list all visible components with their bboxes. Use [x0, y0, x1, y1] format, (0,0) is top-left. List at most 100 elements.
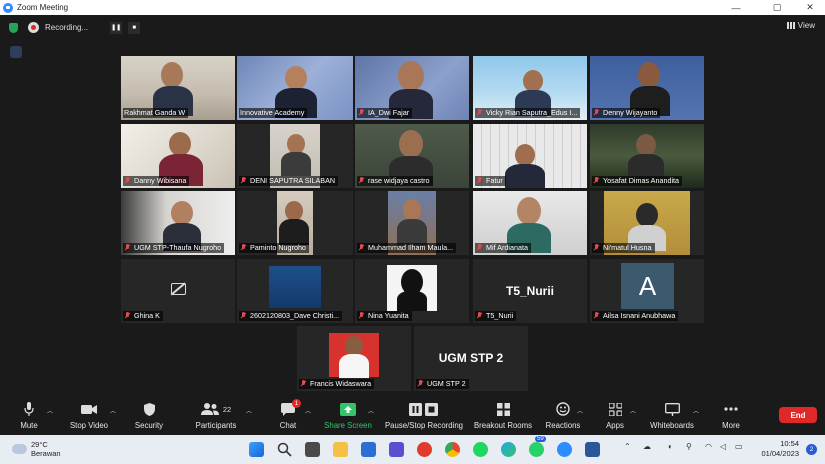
participant-name: Nina Yuanita — [368, 311, 409, 320]
video-tile[interactable]: IA_Dwi Fajar — [355, 56, 469, 120]
participant-label: UGM STP-Thaufa Nugroho — [123, 243, 225, 253]
video-tile[interactable]: Vicky Rian Saputra_Edus I... — [473, 56, 587, 120]
youtube-music-icon[interactable] — [417, 442, 432, 457]
side-panel-icon[interactable] — [10, 46, 22, 58]
apps-options-caret-icon[interactable]: ︿ — [630, 406, 636, 415]
participants-options-caret-icon[interactable]: ︿ — [246, 406, 252, 415]
video-tile[interactable]: Ni'matul Husna — [590, 191, 704, 255]
whiteboards-options-caret-icon[interactable]: ︿ — [693, 406, 699, 415]
share-options-caret-icon[interactable]: ︿ — [368, 406, 374, 415]
tray-overflow-chevron-icon[interactable]: ⌃ — [624, 442, 631, 451]
windows-start-icon[interactable] — [249, 442, 264, 457]
pause-recording-button[interactable]: ❚❚ — [110, 21, 123, 34]
video-tile[interactable]: Rakhmat Ganda W — [121, 56, 235, 120]
maximize-button[interactable]: ▢ — [762, 0, 792, 15]
mic-muted-icon — [593, 244, 600, 252]
video-tile[interactable]: Muhammad Ilham Maula... — [355, 191, 469, 255]
security-button[interactable]: Security — [131, 395, 167, 435]
task-view-icon[interactable] — [305, 442, 320, 457]
participant-label: Ailsa Isnani Anubhawa — [592, 311, 679, 321]
wifi-icon[interactable]: ◠ — [705, 442, 712, 451]
video-tile[interactable]: Mif Ardianata — [473, 191, 587, 255]
chat-options-caret-icon[interactable]: ︿ — [305, 406, 311, 415]
video-options-caret-icon[interactable]: ︿ — [110, 406, 116, 415]
participants-button[interactable]: 22 Participants — [193, 395, 239, 435]
video-tile-active-speaker[interactable]: Innovative Academy — [237, 56, 353, 120]
participant-name: 2602120803_Dave Christi... — [250, 311, 340, 320]
file-explorer-icon[interactable] — [333, 442, 348, 457]
participant-name: Muhammad Ilham Maula... — [368, 243, 454, 252]
video-tile[interactable]: Ghina K — [121, 259, 235, 323]
share-screen-button[interactable]: Share Screen — [322, 395, 374, 435]
video-tile[interactable]: Paminto Nugroho — [237, 191, 353, 255]
video-tile[interactable]: UGM STP-Thaufa Nugroho — [121, 191, 235, 255]
weather-widget[interactable]: 29°C Berawan — [12, 440, 61, 458]
video-tile[interactable]: Yosafat Dimas Anandita — [590, 124, 704, 188]
video-camera-icon — [81, 402, 97, 416]
mic-muted-icon — [358, 244, 365, 252]
video-tile[interactable]: Fatur — [473, 124, 587, 188]
security-shield-icon[interactable] — [9, 23, 18, 33]
breakout-rooms-label: Breakout Rooms — [473, 421, 533, 430]
reactions-options-caret-icon[interactable]: ︿ — [577, 406, 583, 415]
video-tile[interactable]: Denny Wijayanto — [590, 56, 704, 120]
pause-stop-recording-button[interactable]: Pause/Stop Recording — [384, 395, 464, 435]
mute-label: Mute — [20, 421, 38, 430]
meeting-toolbar: Mute ︿ Stop Video ︿ Security 22 Particip… — [0, 395, 825, 435]
participant-label: Francis Widaswara — [299, 379, 375, 389]
minimize-button[interactable]: — — [721, 0, 751, 15]
video-tile[interactable]: Nina Yuanita — [355, 259, 469, 323]
clock-time: 10:54 — [780, 439, 799, 448]
participant-name: Vicky Rian Saputra_Edus I... — [486, 108, 578, 117]
view-button[interactable]: View — [786, 21, 815, 30]
breakout-rooms-button[interactable]: Breakout Rooms — [471, 395, 535, 435]
tray-app-icon[interactable]: ◐ — [668, 442, 673, 451]
word-icon[interactable] — [585, 442, 600, 457]
video-tile[interactable]: A Ailsa Isnani Anubhawa — [590, 259, 704, 323]
end-meeting-button[interactable]: End — [779, 407, 817, 423]
participant-label: Vicky Rian Saputra_Edus I... — [475, 108, 581, 118]
system-clock[interactable]: 10:54 01/04/2023 — [761, 439, 799, 459]
notification-badge[interactable]: 2 — [806, 444, 817, 455]
whatsapp-icon[interactable]: 59 — [529, 436, 546, 457]
video-tile[interactable]: T5_Nurii T5_Nurii — [473, 259, 587, 323]
location-icon[interactable]: ⚲ — [686, 442, 692, 451]
more-button[interactable]: More — [717, 395, 745, 435]
close-button[interactable]: ✕ — [795, 0, 825, 15]
stop-recording-button[interactable]: ■ — [128, 21, 141, 34]
edge-icon[interactable] — [501, 442, 516, 457]
reactions-button[interactable]: Reactions — [544, 395, 582, 435]
store-icon[interactable] — [361, 442, 376, 457]
video-tile[interactable]: Francis Widaswara — [297, 326, 411, 391]
mic-muted-icon — [124, 177, 131, 185]
app-icon[interactable] — [389, 442, 404, 457]
onedrive-cloud-icon[interactable]: ☁ — [643, 442, 651, 451]
video-tile[interactable]: 2602120803_Dave Christi... — [237, 259, 353, 323]
participant-name: Ghina K — [134, 311, 160, 320]
mic-muted-icon — [358, 177, 365, 185]
chrome-icon[interactable] — [445, 442, 460, 457]
video-tile[interactable]: UGM STP 2 UGM STP 2 — [414, 326, 528, 391]
chat-button[interactable]: 1 Chat — [276, 395, 301, 435]
stop-video-button[interactable]: Stop Video — [64, 395, 114, 435]
share-screen-label: Share Screen — [324, 421, 372, 430]
video-tile[interactable]: Danny Wibisana — [121, 124, 235, 188]
battery-icon[interactable]: ▭ — [735, 442, 743, 451]
participant-name: Francis Widaswara — [310, 379, 372, 388]
participant-label: Muhammad Ilham Maula... — [357, 243, 457, 253]
video-tile[interactable]: DENI SAPUTRA SILABAN — [237, 124, 353, 188]
mute-options-caret-icon[interactable]: ︿ — [47, 406, 53, 415]
zoom-taskbar-icon[interactable] — [557, 442, 572, 457]
mic-muted-icon — [417, 380, 424, 388]
spotify-icon[interactable] — [473, 442, 488, 457]
reactions-smiley-icon — [556, 402, 570, 416]
participant-label: Ghina K — [123, 311, 163, 321]
video-tile[interactable]: rase widjaya castro — [355, 124, 469, 188]
whiteboards-button[interactable]: Whiteboards — [646, 395, 698, 435]
speaker-icon[interactable]: ◁ — [720, 442, 726, 451]
mute-button[interactable]: Mute — [14, 395, 44, 435]
participant-label: Yosafat Dimas Anandita — [592, 176, 683, 186]
mic-muted-icon — [476, 109, 483, 117]
search-icon[interactable] — [277, 442, 292, 457]
apps-button[interactable]: Apps — [602, 395, 628, 435]
